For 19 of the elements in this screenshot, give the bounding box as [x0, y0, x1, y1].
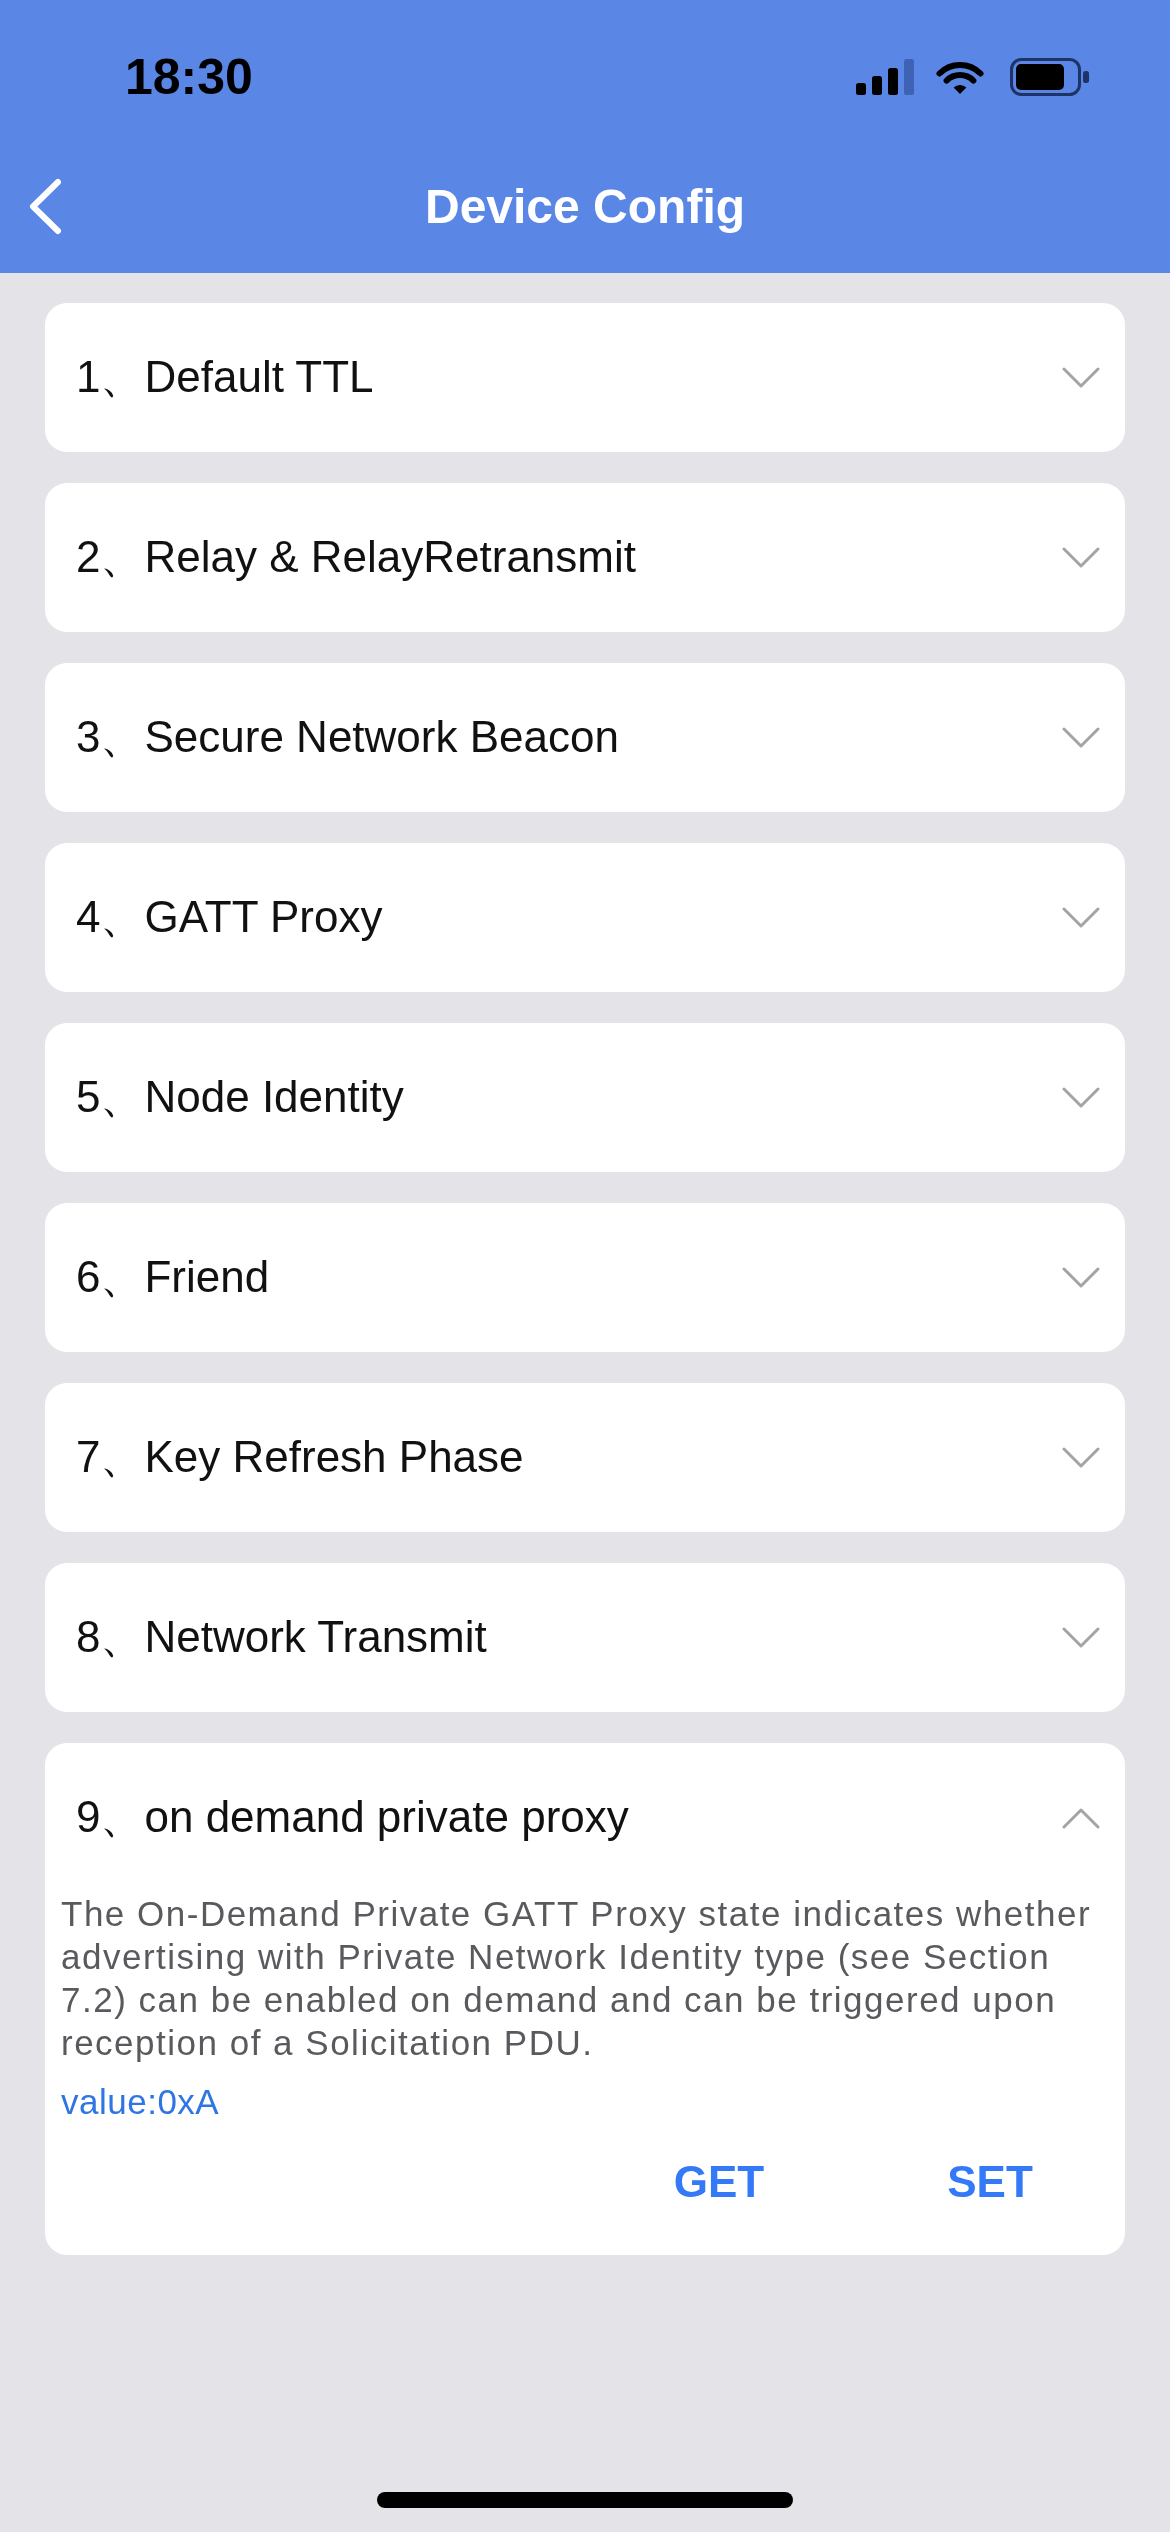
status-time: 18:30 — [125, 48, 253, 106]
accordion-header[interactable]: 9、on demand private proxy — [45, 1743, 1125, 1892]
value-text: value:0xA — [61, 2081, 220, 2123]
accordion-header[interactable]: 8、Network Transmit — [45, 1563, 1125, 1712]
action-button[interactable]: SET — [910, 2142, 1070, 2222]
battery-icon — [1010, 58, 1090, 96]
accordion-header[interactable]: 1、Default TTL — [45, 303, 1125, 452]
action-button[interactable]: GET — [639, 2142, 799, 2222]
accordion-header[interactable]: 3、Secure Network Beacon — [45, 663, 1125, 812]
accordion-header[interactable]: 7、Key Refresh Phase — [45, 1383, 1125, 1532]
signal-icon — [856, 59, 914, 95]
accordion-header[interactable]: 4、GATT Proxy — [45, 843, 1125, 992]
nav-title: Device Config — [424, 179, 746, 234]
accordion-header[interactable]: 6、Friend — [45, 1203, 1125, 1352]
accordion-header[interactable]: 2、Relay & RelayRetransmit — [45, 483, 1125, 632]
back-icon[interactable] — [28, 178, 62, 235]
wifi-icon — [935, 59, 985, 95]
description-text: The On-Demand Private GATT Proxy state indicates whether advertising with Private Network Identity type (see Section 7.2) can be enabled on demand and can be triggered upon reception of a Solicitation PDU. — [61, 1893, 1093, 2064]
accordion-header[interactable]: 5、Node Identity — [45, 1023, 1125, 1172]
